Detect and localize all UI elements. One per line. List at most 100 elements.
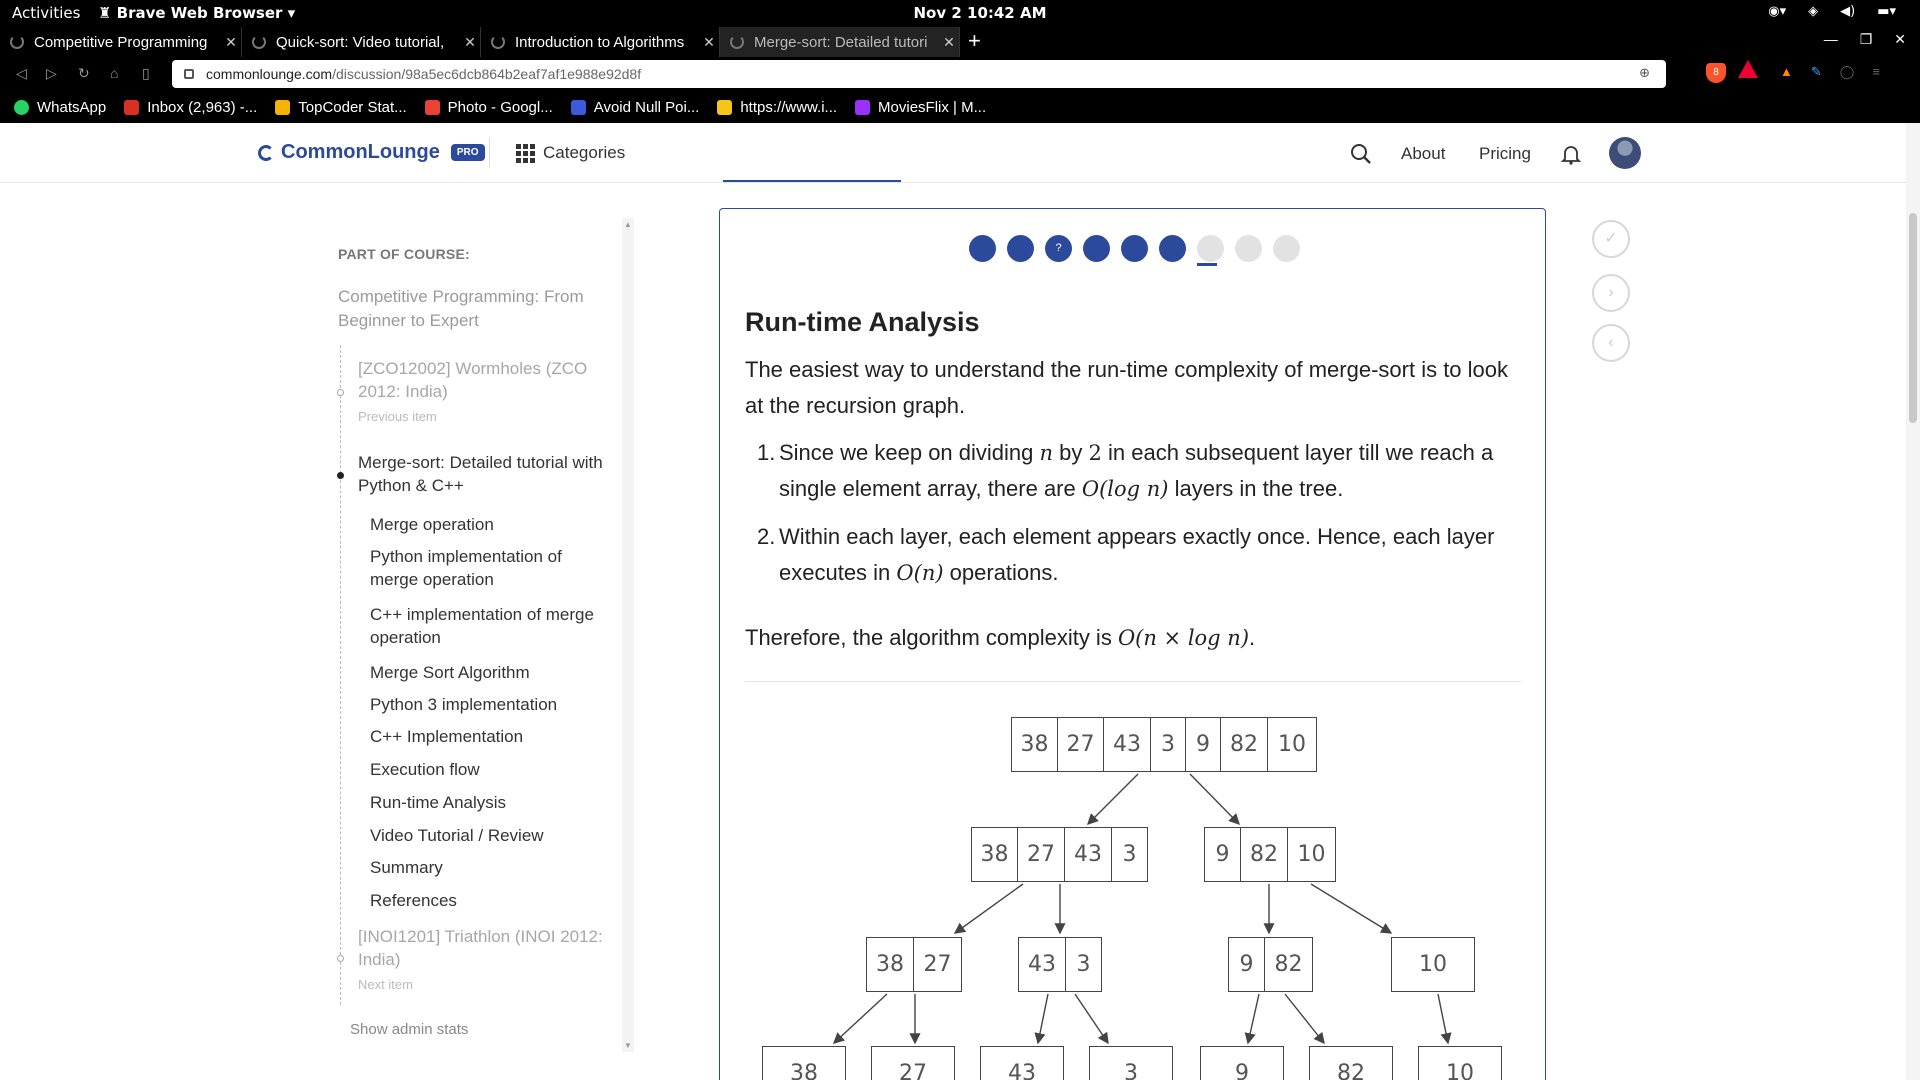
grid-icon [516,143,535,163]
page-scrollbar[interactable] [1906,123,1920,1080]
volume-icon[interactable]: ◀) [1840,4,1855,19]
sidebar-section-link[interactable]: Python 3 implementation [370,693,610,716]
tab-title: Merge-sort: Detailed tutori [754,33,928,51]
extension-icon[interactable]: ▲ [1780,64,1793,80]
loading-icon [10,35,24,49]
search-icon[interactable] [1350,143,1372,165]
progress-dot[interactable] [969,235,996,262]
pricing-link[interactable]: Pricing [1479,144,1531,164]
progress-dot[interactable] [1273,235,1300,262]
sidebar-section-link[interactable]: Run-time Analysis [370,791,610,814]
progress-dot[interactable] [1007,235,1034,262]
back-icon[interactable]: ◁ [16,65,27,82]
lock-icon[interactable] [184,69,194,79]
array-box: 43 3 [1018,937,1102,992]
sidebar-section-link[interactable]: C++ implementation of merge operation [370,603,610,649]
array-cell: 10 [1278,732,1306,757]
list-item: 1. Since we keep on dividing n by 2 in e… [757,435,1517,507]
bookmark-whatsapp[interactable]: WhatsApp [14,99,106,116]
bookmark-imdb[interactable]: https://www.i... [717,99,837,116]
network-icon[interactable]: ◈ [1808,4,1818,19]
chat-icon[interactable]: ◉▾ [1768,4,1786,19]
new-tab-button[interactable]: + [968,27,981,57]
text-run: by [1053,440,1089,465]
bookmark-inbox[interactable]: Inbox (2,963) -... [124,99,257,116]
tab-introduction-to-algorithms[interactable]: Introduction to Algorithms ✕ [481,27,720,57]
clock[interactable]: Nov 2 10:42 AM [900,4,1060,22]
progress-dot[interactable] [1121,235,1148,262]
array-cell: 9 [1235,1061,1249,1080]
bookmark-photo[interactable]: Photo - Googl... [424,99,553,116]
google-photos-icon [424,99,440,115]
close-icon[interactable]: ✕ [221,34,241,51]
avatar[interactable] [1609,137,1641,169]
scroll-up-icon[interactable]: ▲ [624,220,632,229]
zoom-icon[interactable]: ⊕ [1639,65,1650,81]
bookmark-moviesflix[interactable]: MoviesFlix | M... [855,99,986,116]
progress-dot[interactable] [1235,235,1262,262]
address-bar[interactable]: commonlounge.com/discussion/98a5ec6dcb86… [172,60,1666,88]
sidebar-section-link[interactable]: C++ Implementation [370,725,610,748]
bookmark-icon[interactable]: ▯ [142,65,150,82]
commonlounge-logo[interactable]: CommonLounge PRO [258,141,485,164]
categories-menu[interactable]: Categories [516,143,625,163]
bookmark-topcoder[interactable]: TopCoder Stat... [275,99,407,116]
sidebar-section-link[interactable]: Execution flow [370,758,610,781]
close-window-icon[interactable]: ✕ [1894,31,1906,48]
url-host: commonlounge.com [206,66,333,82]
home-icon[interactable]: ⌂ [110,65,118,81]
progress-dot[interactable]: ? [1045,235,1072,262]
mark-complete-button[interactable]: ✓ [1592,220,1630,258]
moviesflix-icon [855,99,871,115]
app-menu[interactable]: ♜ Brave Web Browser ▾ [98,4,295,22]
battery-icon[interactable]: ▬▾ [1877,4,1896,19]
show-admin-stats-link[interactable]: Show admin stats [350,1021,468,1038]
progress-dot[interactable] [1197,235,1224,262]
brave-rewards-icon[interactable] [1738,60,1758,78]
previous-button[interactable]: ‹ [1592,324,1630,362]
close-icon[interactable]: ✕ [939,34,959,51]
sidebar-section-link[interactable]: References [370,889,610,912]
tab-quick-sort[interactable]: Quick-sort: Video tutorial, ✕ [242,27,481,57]
profile-icon[interactable]: ◯ [1840,64,1855,80]
close-icon[interactable]: ✕ [460,34,480,51]
bookmark-avoid-null[interactable]: Avoid Null Poi... [570,99,699,116]
menu-icon[interactable]: ≡ [1872,64,1880,80]
sidebar-section-link[interactable]: Merge operation [370,513,610,536]
array-box: 43 [980,1046,1064,1080]
current-item-link[interactable]: Merge-sort: Detailed tutorial with Pytho… [358,451,608,497]
browser-toolbar: ◁ ▷ ↻ ⌂ ▯ commonlounge.com/discussion/98… [0,57,1920,91]
array-cell: 38 [972,828,1018,881]
minimize-icon[interactable]: — [1824,31,1838,48]
sidebar-heading: PART OF COURSE: [338,246,470,262]
scroll-down-icon[interactable]: ▼ [624,1041,632,1050]
sidebar-section-link[interactable]: Python implementation of merge operation [370,545,610,591]
array-box: 82 [1309,1046,1393,1080]
close-icon[interactable]: ✕ [699,34,719,51]
url-path: /discussion/98a5ec6dcb864b2eaf7af1e988e9… [332,66,642,82]
next-button[interactable]: › [1592,274,1630,312]
pen-extension-icon[interactable]: ✎ [1811,64,1822,80]
bell-icon[interactable] [1560,143,1582,165]
course-link[interactable]: Competitive Programming: From Beginner t… [338,285,608,333]
reload-icon[interactable]: ↻ [78,65,90,82]
scrollbar-thumb[interactable] [1909,213,1917,423]
system-tray[interactable]: ◉▾ ◈ ◀) ▬▾ [1768,4,1896,19]
restore-icon[interactable]: ❐ [1860,31,1873,48]
sidebar-section-link[interactable]: Video Tutorial / Review [370,824,610,847]
sidebar-section-link[interactable]: Summary [370,856,610,879]
sidebar-scrollbar[interactable]: ▲ ▼ [622,218,634,1052]
sidebar-section-link[interactable]: Merge Sort Algorithm [370,661,610,684]
brave-shields-icon[interactable]: 8 [1706,63,1726,83]
array-cell: 43 [1065,828,1112,881]
forward-icon[interactable]: ▷ [46,65,57,82]
progress-dot[interactable] [1159,235,1186,262]
about-link[interactable]: About [1401,144,1445,164]
tab-merge-sort[interactable]: Merge-sort: Detailed tutori ✕ [720,27,960,57]
next-item-link[interactable]: [INOI1201] Triathlon (INOI 2012: India) [358,925,608,971]
progress-dot[interactable] [1083,235,1110,262]
timeline-dot-current [337,472,344,479]
tab-competitive-programming[interactable]: Competitive Programming ✕ [0,27,242,57]
previous-item-link[interactable]: [ZCO12002] Wormholes (ZCO 2012: India) [358,357,608,403]
activities-button[interactable]: Activities [12,4,80,22]
